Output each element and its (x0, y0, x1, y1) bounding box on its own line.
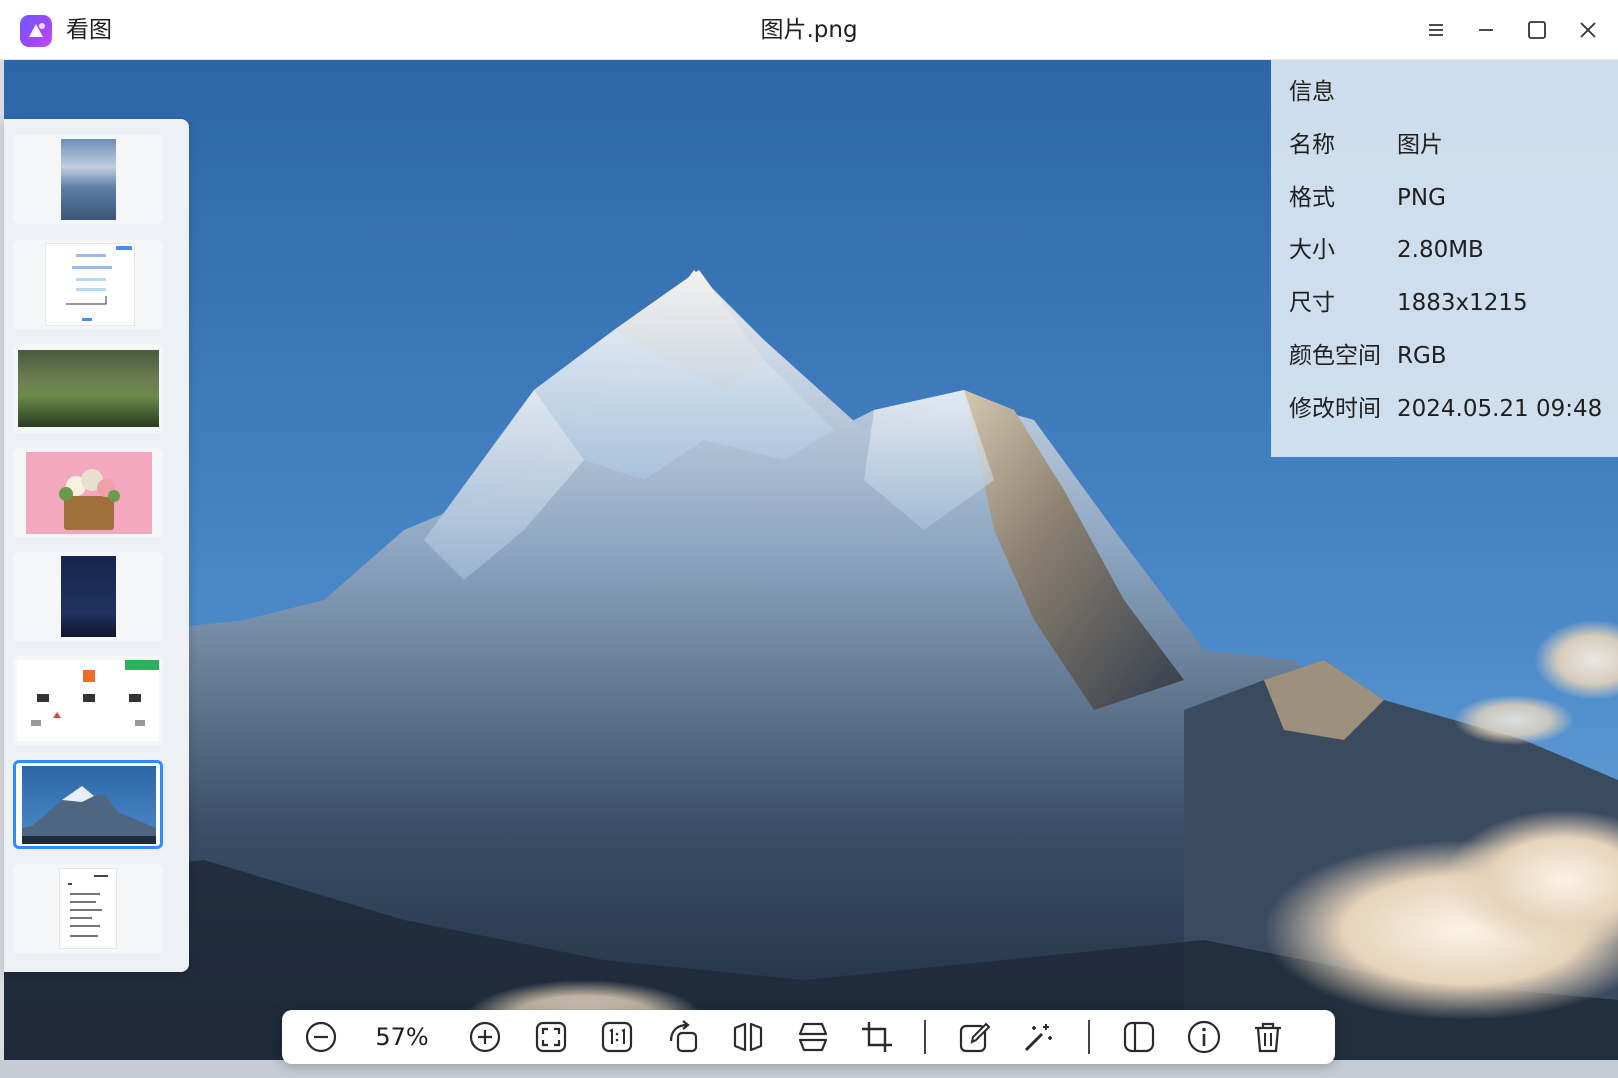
edit-icon (959, 1022, 991, 1053)
menu-button[interactable] (1416, 10, 1456, 50)
maximize-icon (1528, 21, 1546, 39)
flip-horizontal-button[interactable] (729, 1018, 767, 1056)
info-value: 2.80MB (1397, 237, 1484, 263)
info-key: 颜色空间 (1289, 343, 1381, 369)
minimize-icon (1479, 29, 1493, 31)
info-button[interactable] (1185, 1018, 1223, 1056)
edit-button[interactable] (956, 1018, 994, 1056)
info-value: 2024.05.21 09:48 (1397, 396, 1603, 422)
thumbnail-item[interactable] (13, 344, 163, 433)
app-name: 看图 (66, 17, 112, 43)
info-key: 修改时间 (1289, 396, 1381, 422)
thumbnail-flowers (59, 469, 120, 530)
flip-vertical-icon (798, 1022, 828, 1052)
info-value: 1883x1215 (1397, 290, 1528, 316)
magic-wand-icon (1024, 1024, 1052, 1052)
info-panel-title: 信息 (1289, 79, 1335, 105)
info-key: 大小 (1289, 237, 1335, 263)
thumbnail-item[interactable] (13, 552, 163, 641)
fit-window-icon (535, 1021, 567, 1053)
flip-vertical-button[interactable] (794, 1018, 832, 1056)
zoom-in-button[interactable] (466, 1018, 504, 1056)
toolbar-separator (1088, 1020, 1090, 1054)
info-key: 尺寸 (1289, 290, 1335, 316)
thumbnail-image (45, 243, 135, 326)
thumbnail-image (61, 556, 116, 637)
sidebar-toggle-icon (1123, 1021, 1155, 1053)
actual-size-button[interactable] (598, 1018, 636, 1056)
magic-wand-button[interactable] (1020, 1018, 1058, 1056)
thumbnail-image (18, 350, 159, 427)
window-title: 图片.png (760, 17, 858, 43)
sidebar-toggle-button[interactable] (1120, 1018, 1158, 1056)
thumbnail-mountain (22, 786, 156, 844)
info-key: 名称 (1289, 132, 1335, 158)
crop-button[interactable] (858, 1018, 896, 1056)
close-button[interactable] (1568, 10, 1608, 50)
rotate-icon (669, 1020, 698, 1053)
fit-window-button[interactable] (532, 1018, 570, 1056)
thumbnail-image (26, 452, 152, 534)
minimize-button[interactable] (1466, 10, 1506, 50)
thumbnail-flowchart (66, 246, 132, 321)
thumbnail-item[interactable] (13, 135, 163, 224)
rotate-button[interactable] (664, 1018, 702, 1056)
maximize-button[interactable] (1517, 10, 1557, 50)
zoom-out-icon (305, 1021, 337, 1053)
toolbar-separator (924, 1020, 926, 1054)
image-viewer-logo-icon (20, 15, 52, 47)
thumbnail-image (17, 660, 159, 741)
zoom-in-icon (469, 1021, 501, 1053)
zoom-level-display[interactable]: 57% (362, 1020, 442, 1054)
info-value: RGB (1397, 343, 1447, 369)
thumbnail-sidebar[interactable] (4, 119, 189, 972)
close-icon (1580, 22, 1596, 38)
info-icon (1187, 1020, 1221, 1054)
menu-icon (1429, 24, 1443, 36)
info-key: 格式 (1289, 185, 1335, 211)
actual-size-icon (601, 1021, 633, 1053)
crop-icon (862, 1022, 892, 1052)
zoom-out-button[interactable] (302, 1018, 340, 1056)
thumbnail-item[interactable] (13, 240, 163, 329)
delete-icon (1255, 1022, 1281, 1053)
info-value: PNG (1397, 185, 1446, 211)
info-value: 图片 (1397, 132, 1443, 158)
thumbnail-item[interactable] (13, 448, 163, 537)
bottom-toolbar: 57% (282, 1010, 1335, 1064)
thumbnail-app-screen (31, 660, 159, 726)
flip-horizontal-icon (733, 1022, 763, 1052)
info-panel: 信息 名称 图片 格式 PNG 大小 2.80MB 尺寸 1883x1215 颜… (1271, 60, 1618, 457)
thumbnail-item-active[interactable] (13, 760, 163, 849)
delete-button[interactable] (1249, 1018, 1287, 1056)
thumbnail-text-doc (68, 875, 108, 937)
thumbnail-image (22, 766, 156, 844)
thumbnail-item[interactable] (13, 864, 163, 953)
thumbnail-item[interactable] (13, 656, 163, 745)
thumbnail-image (61, 139, 116, 220)
title-bar: 看图 图片.png (0, 0, 1618, 60)
thumbnail-image (59, 868, 117, 949)
